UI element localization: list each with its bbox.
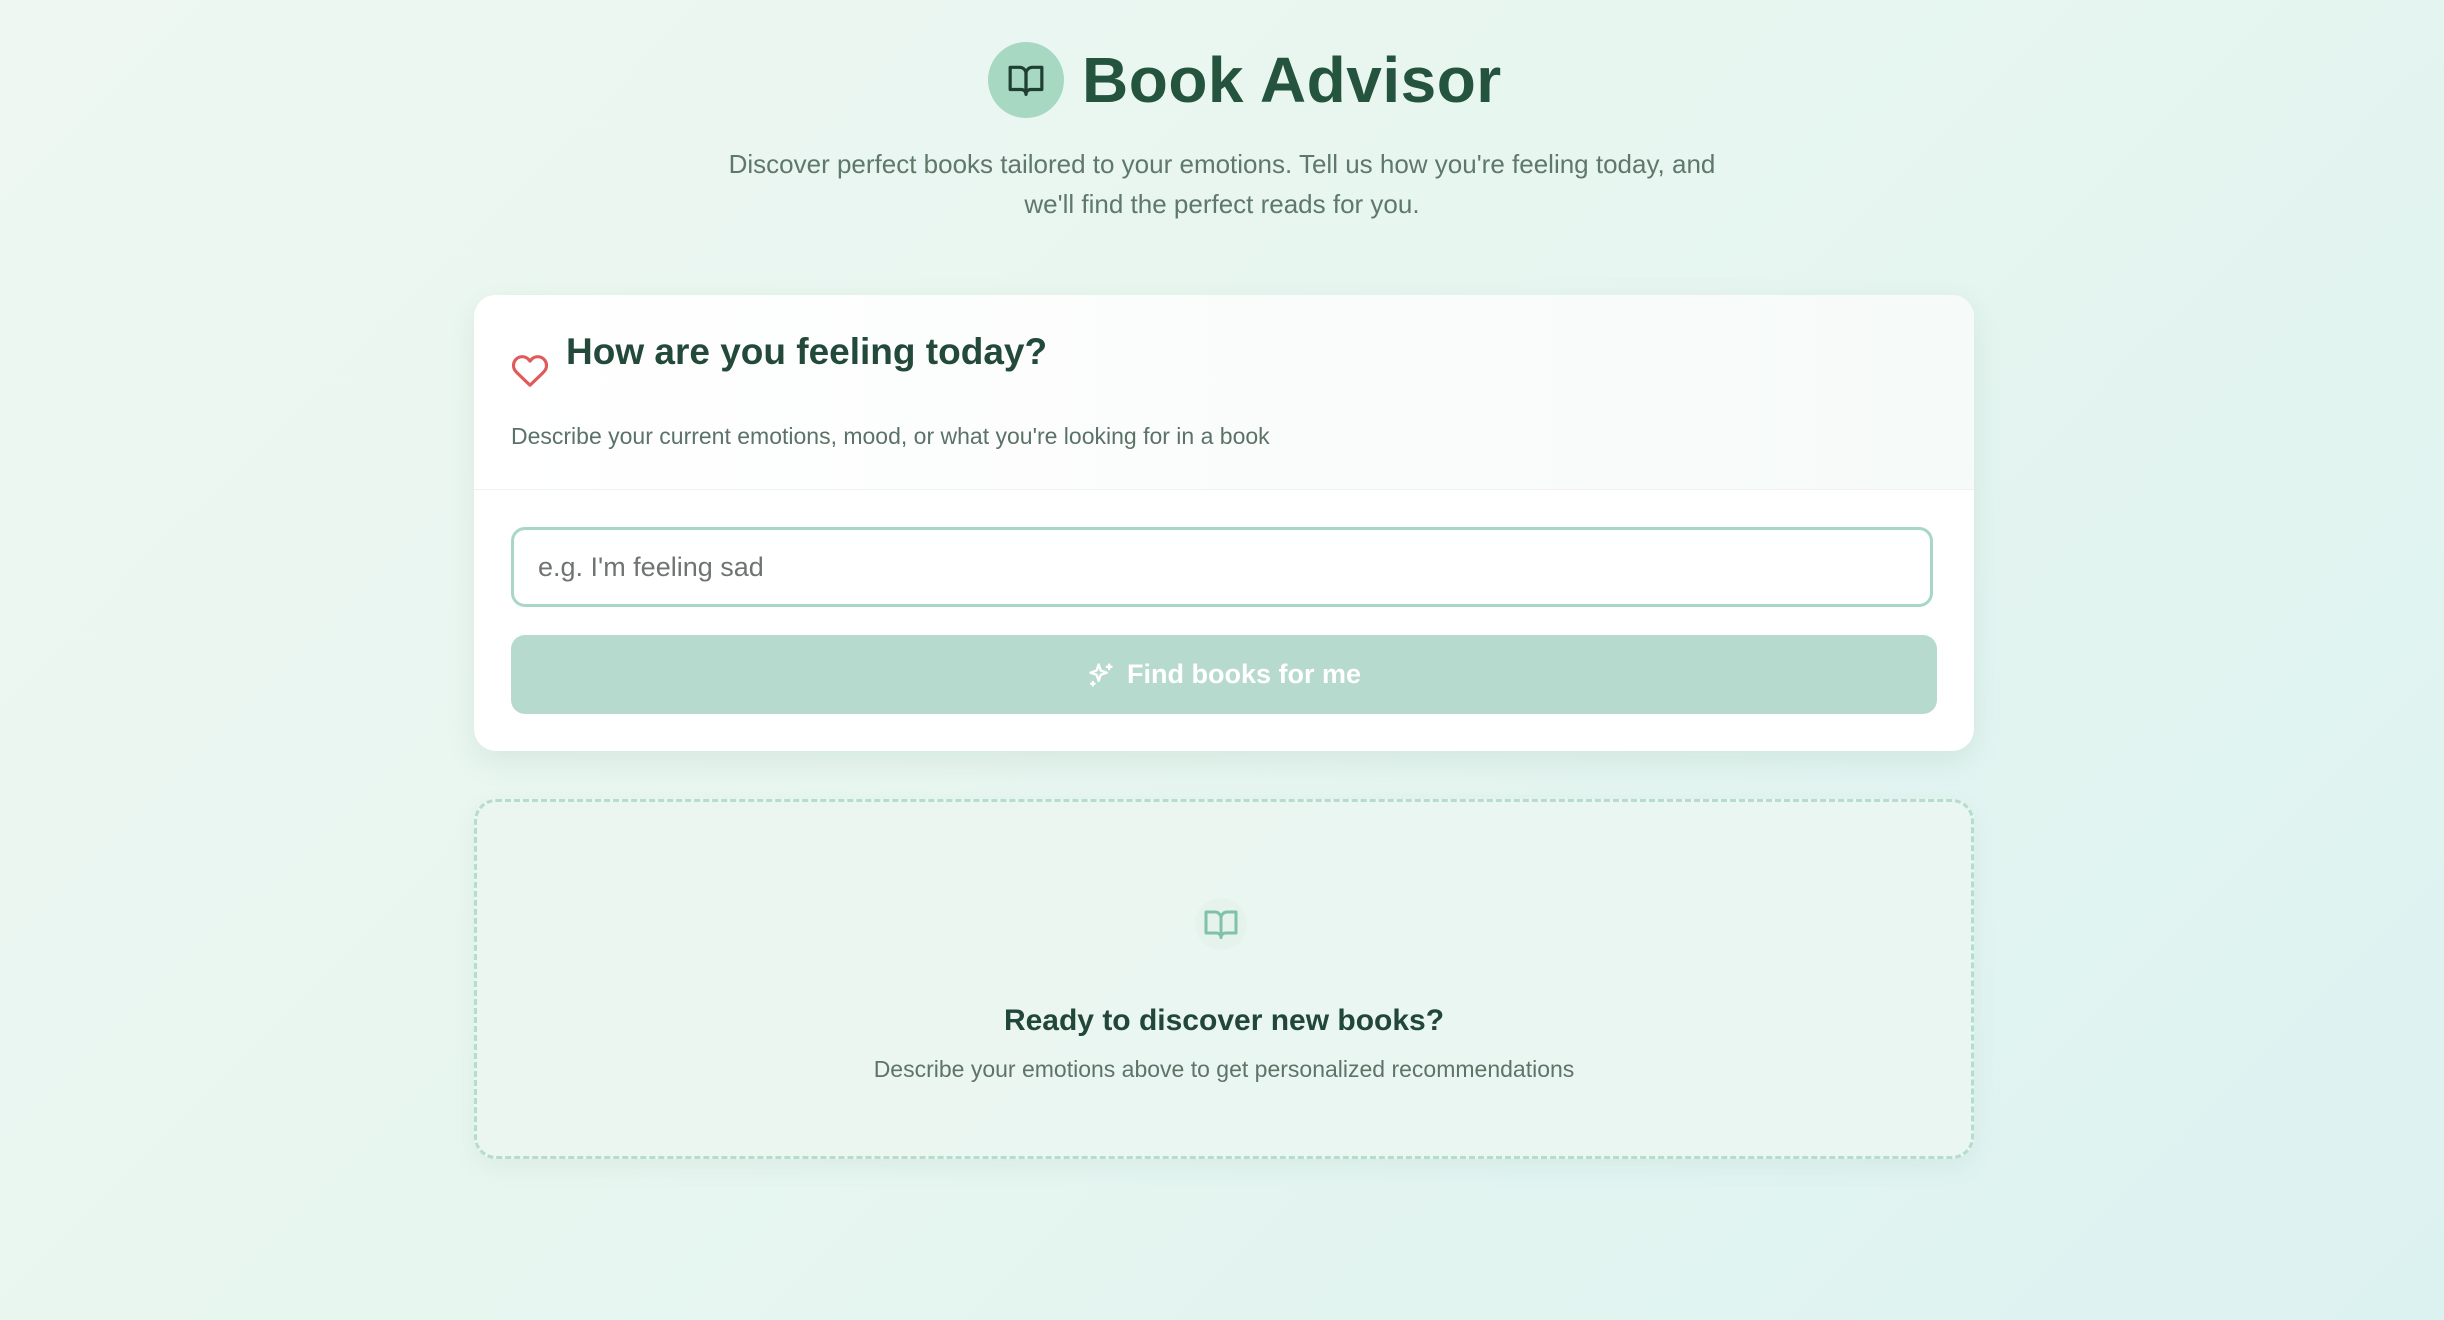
heart-icon	[511, 355, 549, 387]
feeling-input[interactable]	[511, 527, 1933, 607]
feeling-card-title: How are you feeling today?	[566, 331, 1048, 372]
empty-state-icon-badge	[1195, 898, 1247, 950]
feeling-card: How are you feeling today? Describe your…	[474, 295, 1974, 751]
sparkles-icon	[1089, 662, 1113, 687]
empty-state-description: Describe your emotions above to get pers…	[873, 1056, 1575, 1082]
book-open-icon	[1008, 65, 1044, 96]
find-books-button-label: Find books for me	[1126, 659, 1361, 689]
book-open-icon	[1204, 910, 1238, 939]
find-books-button[interactable]: Find books for me	[511, 635, 1937, 714]
empty-state-title: Ready to discover new books?	[1003, 1004, 1445, 1037]
app-subtitle: Discover perfect books tailored to your …	[728, 149, 1716, 219]
feeling-card-header: How are you feeling today? Describe your…	[474, 295, 1974, 490]
empty-state: Ready to discover new books? Describe yo…	[474, 799, 1974, 1159]
brand: Book Advisor	[988, 42, 1502, 118]
feeling-card-description: Describe your current emotions, mood, or…	[511, 423, 1270, 449]
app-title: Book Advisor	[1082, 44, 1502, 116]
logo-badge	[988, 42, 1064, 118]
